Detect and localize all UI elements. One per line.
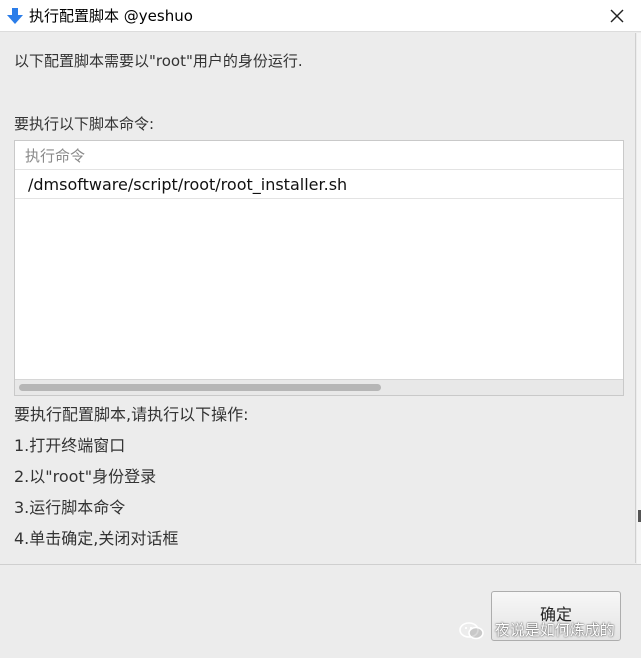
close-icon [610,9,624,23]
step-item: 3.运行脚本命令 [14,498,126,517]
title-bar: 执行配置脚本 @yeshuo [0,0,641,32]
step-item: 1.打开终端窗口 [14,436,126,455]
column-header-command: 执行命令 [25,147,86,165]
scrollbar-thumb[interactable] [19,384,381,391]
command-cell: /dmsoftware/script/root/root_installer.s… [28,175,348,194]
close-button[interactable] [607,6,627,26]
table-row[interactable]: /dmsoftware/script/root/root_installer.s… [15,171,623,199]
command-label: 要执行以下脚本命令: [14,115,155,133]
steps-title: 要执行配置脚本,请执行以下操作: [14,405,249,424]
instructions: 要执行配置脚本,请执行以下操作: 1.打开终端窗口 2.以"root"身份登录 … [14,405,248,560]
dialog-content: 以下配置脚本需要以"root"用户的身份运行. 要执行以下脚本命令: 执行命令 … [0,33,636,563]
window-title: 执行配置脚本 @yeshuo [29,7,193,25]
intro-text: 以下配置脚本需要以"root"用户的身份运行. [14,52,303,70]
command-table: 执行命令 /dmsoftware/script/root/root_instal… [14,140,624,396]
dialog-footer: 确定 夜说是如何炼成的 [0,564,641,658]
watermark-text: 夜说是如何炼成的 [494,621,615,639]
step-item: 4.单击确定,关闭对话框 [14,529,179,548]
table-header[interactable]: 执行命令 [15,141,623,170]
horizontal-scrollbar[interactable] [15,379,623,395]
wechat-icon [459,621,484,639]
watermark: 夜说是如何炼成的 [458,619,615,641]
dialog-window: 执行配置脚本 @yeshuo 以下配置脚本需要以"root"用户的身份运行. 要… [0,0,641,658]
step-item: 2.以"root"身份登录 [14,467,157,486]
down-arrow-icon [6,7,24,25]
